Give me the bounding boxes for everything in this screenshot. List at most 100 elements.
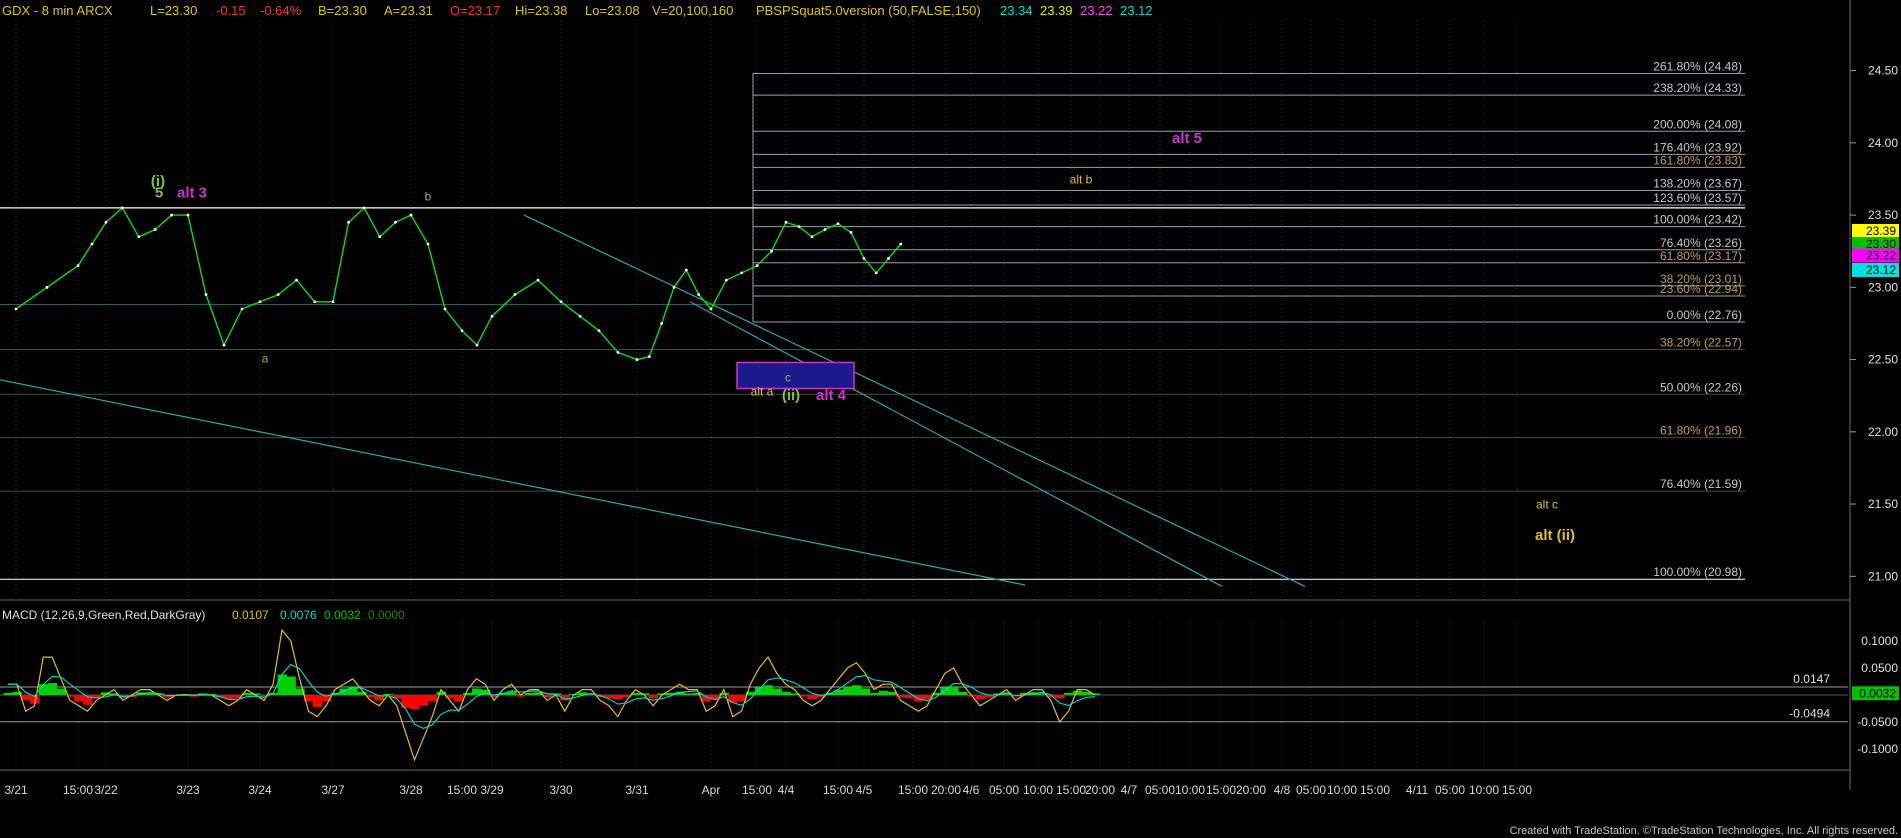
x-tick-label: 4/8 — [1274, 783, 1291, 797]
header-symbol: GDX - 8 min ARCX — [2, 3, 113, 18]
header-last: L=23.30 — [150, 3, 197, 18]
price-tag-label: 23.22 — [1866, 249, 1896, 263]
price-point — [616, 350, 620, 354]
fib-level-label: 138.20% (23.67) — [1653, 177, 1742, 191]
price-point — [874, 271, 878, 275]
y-tick-label: 24.00 — [1868, 136, 1898, 150]
price-point — [460, 329, 464, 333]
x-tick-label: 3/27 — [321, 783, 345, 797]
macd-title: MACD (12,26,9,Green,Red,DarkGray) — [2, 608, 205, 622]
wave-label: alt c — [1536, 497, 1558, 511]
fib-level-label: 23.60% (22.94) — [1660, 282, 1742, 296]
x-tick-label: 15:00 — [63, 783, 93, 797]
macd-histogram-bar — [418, 695, 429, 706]
price-point — [222, 343, 226, 347]
price-point — [121, 206, 124, 210]
price-point — [76, 264, 80, 268]
price-point — [362, 206, 366, 210]
header-ask: A=23.31 — [384, 3, 433, 18]
x-tick-label: 4/5 — [856, 783, 873, 797]
price-point — [887, 257, 890, 260]
y-tick-label: 24.50 — [1868, 64, 1898, 78]
x-tick-label: 3/30 — [549, 783, 573, 797]
x-tick-label: 3/22 — [94, 783, 118, 797]
wave-label: alt (ii) — [1535, 527, 1575, 544]
header-change: -0.15 — [216, 3, 246, 18]
y-tick-label: 22.00 — [1868, 425, 1898, 439]
macd-legend-value-4: 0.0000 — [368, 608, 405, 622]
price-point — [153, 228, 157, 231]
price-point — [536, 278, 540, 282]
price-point — [672, 285, 676, 289]
x-tick-label: 15:00 — [823, 783, 853, 797]
macd-histogram-bar — [781, 691, 791, 695]
x-tick-label: 4/11 — [1406, 783, 1429, 797]
fib-level-label: 76.40% (21.59) — [1660, 477, 1742, 491]
price-point — [443, 307, 447, 311]
price-point — [770, 249, 773, 253]
fib-level-label: 61.80% (21.96) — [1660, 424, 1742, 438]
macd-histogram-bar — [940, 687, 950, 695]
price-point — [331, 300, 335, 304]
macd-histogram-bar — [3, 692, 14, 695]
price-point — [797, 225, 801, 229]
macd-histogram-bar — [410, 695, 420, 710]
price-point — [186, 213, 190, 217]
header-change-pct: -0.64% — [260, 3, 302, 18]
macd-histogram-bar — [454, 695, 464, 702]
macd-histogram-bar — [277, 674, 287, 695]
x-tick-label: 15:00 — [1360, 783, 1390, 797]
macd-histogram-bar — [869, 692, 880, 695]
price-point — [137, 235, 141, 239]
macd-y-tick-label: -0.1000 — [1857, 742, 1898, 756]
wave-label: alt b — [1070, 172, 1093, 186]
macd-histogram-bar — [507, 691, 517, 695]
header-volume: V=20,100,160 — [652, 3, 733, 18]
x-tick-label: 3/29 — [480, 783, 504, 797]
x-tick-label: 3/23 — [176, 783, 200, 797]
macd-reference-label: 0.0147 — [1793, 672, 1830, 686]
wave-label: c — [785, 370, 791, 384]
price-point — [90, 242, 94, 246]
macd-y-tick-label: 0.0500 — [1861, 661, 1898, 675]
price-tag-label: 23.39 — [1866, 224, 1896, 238]
price-point — [240, 307, 244, 311]
y-tick-label: 21.50 — [1868, 497, 1898, 511]
price-point — [849, 231, 853, 234]
header-high: Hi=23.38 — [515, 3, 567, 18]
fib-level-label: 261.80% (24.48) — [1653, 59, 1742, 73]
macd-legend-value-2: 0.0076 — [280, 608, 317, 622]
chart-background — [0, 0, 1901, 838]
price-point — [475, 343, 479, 347]
x-tick-label: 20:00 — [931, 783, 961, 797]
price-point — [276, 293, 280, 296]
x-tick-label: 4/6 — [963, 783, 980, 797]
price-point — [490, 314, 494, 318]
fib-level-label: 200.00% (24.08) — [1653, 117, 1742, 131]
price-point — [899, 242, 903, 246]
macd-histogram-bar — [471, 688, 482, 695]
price-tag-label: 23.12 — [1866, 263, 1896, 277]
macd-histogram-bar — [843, 686, 853, 695]
wave-label: a — [262, 351, 269, 365]
x-tick-label: 10:00 — [1175, 783, 1205, 797]
price-point — [204, 293, 208, 296]
macd-histogram-bar — [1064, 692, 1074, 695]
x-tick-label: 4/4 — [778, 783, 795, 797]
macd-histogram-bar — [763, 685, 774, 695]
macd-histogram-bar — [38, 684, 49, 695]
header-low: Lo=23.08 — [585, 3, 640, 18]
price-point — [394, 220, 397, 224]
macd-histogram-bar — [887, 691, 897, 695]
wave-label: 5 — [155, 185, 163, 202]
x-tick-label: 15:00 — [742, 783, 772, 797]
macd-histogram-bar — [463, 692, 473, 695]
fib-level-label: 50.00% (22.26) — [1660, 380, 1742, 394]
price-point — [697, 293, 701, 296]
macd-histogram-bar — [286, 676, 296, 695]
price-point — [170, 213, 174, 217]
x-tick-label: Apr — [702, 783, 721, 797]
macd-y-tick-label: -0.0500 — [1857, 715, 1898, 729]
header-ind-value-1: 23.34 — [1000, 3, 1033, 18]
price-point — [578, 314, 582, 318]
